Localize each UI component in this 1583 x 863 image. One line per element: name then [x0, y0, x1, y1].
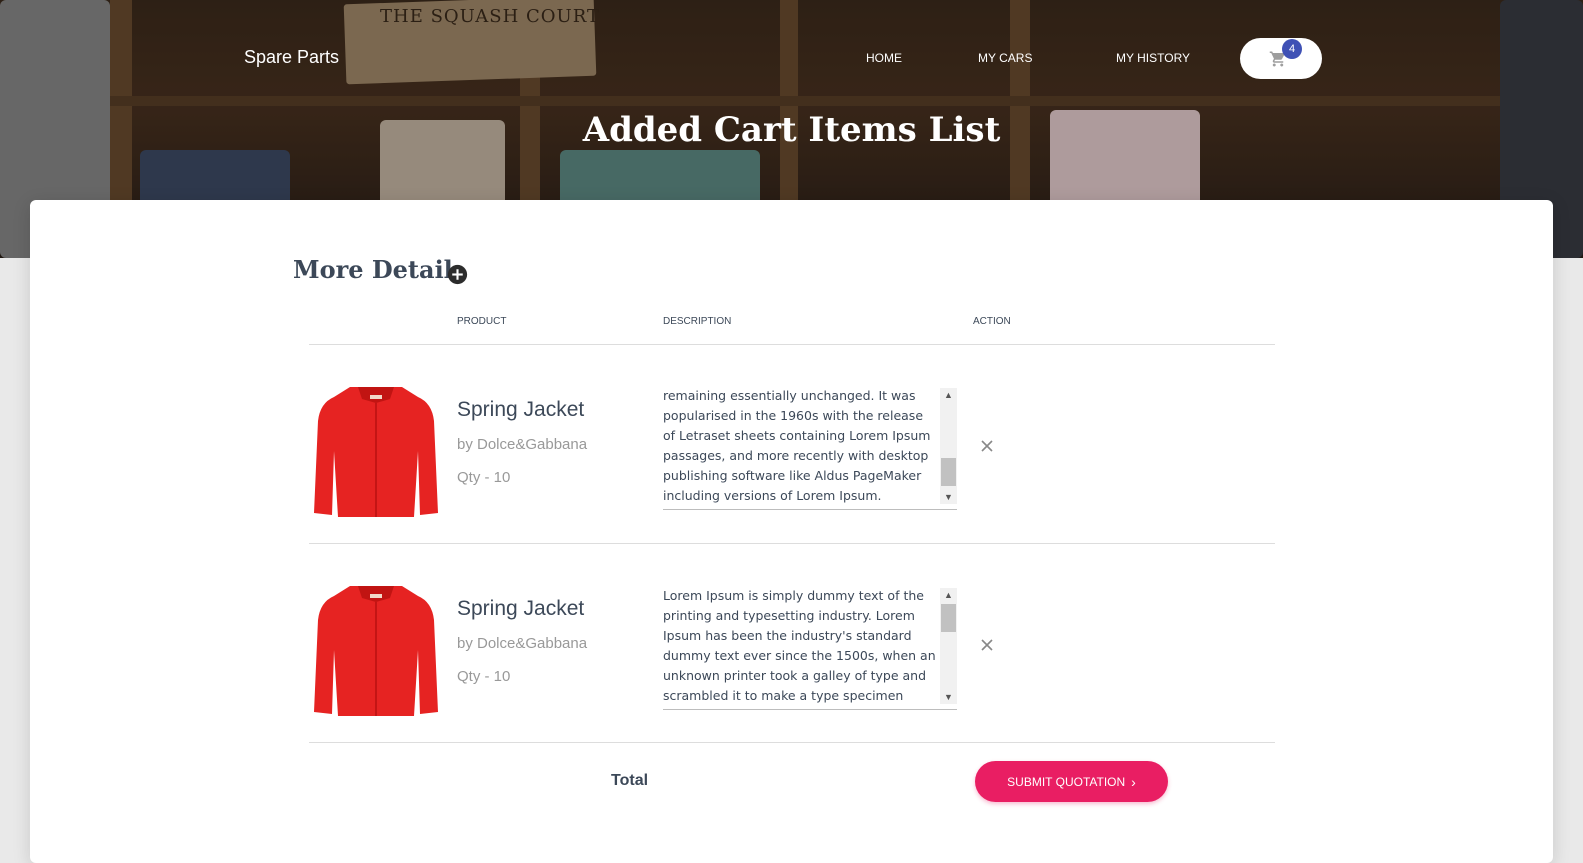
- scroll-thumb[interactable]: [941, 458, 956, 486]
- product-brand: by Dolce&Gabbana: [457, 635, 588, 652]
- submit-quotation-label: SUBMIT QUOTATION: [1007, 774, 1126, 789]
- scrollbar[interactable]: ▲ ▼: [940, 388, 957, 504]
- product-brand: by Dolce&Gabbana: [457, 436, 588, 453]
- cart-count-badge: 4: [1282, 39, 1302, 59]
- product-name: Spring Jacket: [457, 597, 585, 620]
- column-header-action: ACTION: [973, 316, 1011, 327]
- section-title: More Detail: [293, 255, 453, 284]
- scroll-down-icon[interactable]: ▼: [940, 490, 957, 504]
- plus-circle-icon[interactable]: [447, 264, 468, 285]
- cart-card: [30, 200, 1553, 863]
- table-divider: [309, 344, 1275, 345]
- scroll-down-icon[interactable]: ▼: [940, 690, 957, 704]
- scroll-up-icon[interactable]: ▲: [940, 588, 957, 602]
- cart-button[interactable]: 4: [1240, 38, 1322, 79]
- total-label: Total: [611, 772, 649, 789]
- submit-quotation-button[interactable]: SUBMIT QUOTATION ›: [975, 761, 1168, 802]
- product-name: Spring Jacket: [457, 398, 585, 421]
- nav-home[interactable]: HOME: [866, 51, 902, 65]
- description-textarea[interactable]: remaining essentially unchanged. It was …: [663, 386, 957, 510]
- page-title: Added Cart Items List: [582, 110, 1001, 150]
- product-image: [314, 387, 438, 517]
- description-text: Lorem Ipsum is simply dummy text of the …: [663, 588, 936, 709]
- brand-logo[interactable]: Spare Parts: [244, 47, 339, 68]
- description-text: remaining essentially unchanged. It was …: [663, 388, 931, 503]
- chevron-right-icon: ›: [1131, 773, 1136, 790]
- product-qty: Qty - 10: [457, 668, 511, 685]
- scrollbar[interactable]: ▲ ▼: [940, 588, 957, 704]
- table-divider: [309, 543, 1275, 544]
- table-divider: [309, 742, 1275, 743]
- product-qty: Qty - 10: [457, 469, 511, 486]
- nav-my-cars[interactable]: MY CARS: [978, 51, 1032, 65]
- column-header-description: DESCRIPTION: [663, 316, 732, 327]
- scroll-up-icon[interactable]: ▲: [940, 388, 957, 402]
- description-textarea[interactable]: Lorem Ipsum is simply dummy text of the …: [663, 586, 957, 710]
- close-icon[interactable]: [980, 638, 994, 652]
- column-header-product: PRODUCT: [457, 316, 507, 327]
- close-icon[interactable]: [980, 439, 994, 453]
- nav-my-history[interactable]: MY HISTORY: [1116, 51, 1190, 65]
- scroll-thumb[interactable]: [941, 604, 956, 632]
- product-image: [314, 586, 438, 716]
